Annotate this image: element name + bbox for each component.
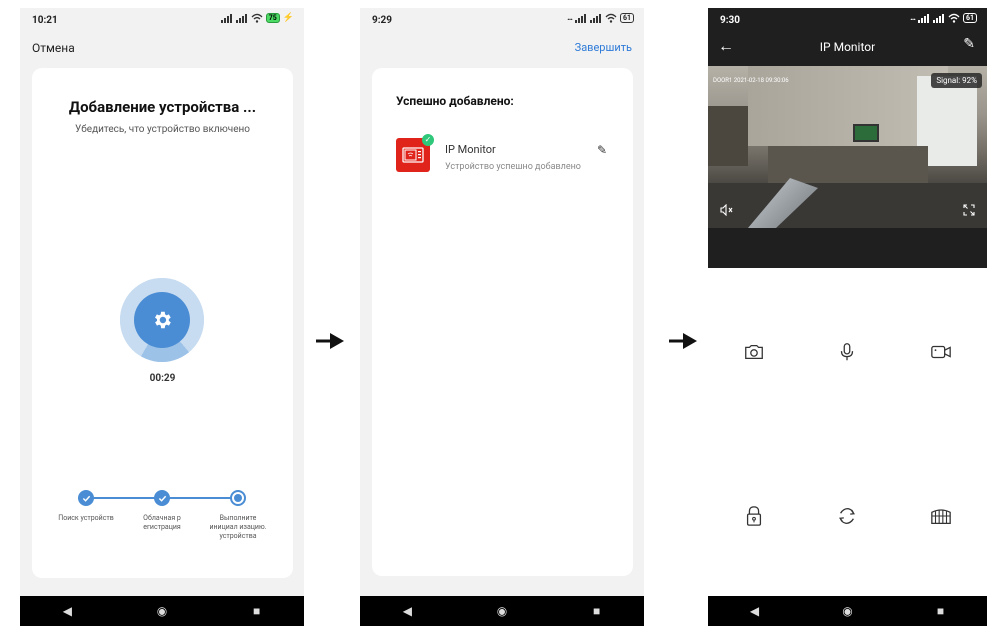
edit-icon[interactable]: ✎ [963,36,975,52]
step-3-active-icon [230,490,246,506]
finish-button[interactable]: Завершить [575,41,632,54]
signal-icon [589,13,602,23]
home-nav-icon[interactable]: ◉ [487,604,517,618]
recents-nav-icon[interactable]: ■ [242,604,272,618]
home-nav-icon[interactable]: ◉ [147,604,177,618]
wifi-icon [948,13,960,23]
microphone-icon[interactable] [832,337,862,367]
progress-card: Добавление устройства ... Убедитесь, что… [32,68,293,578]
recents-nav-icon[interactable]: ■ [926,604,956,618]
countdown-timer: 00:29 [149,373,176,384]
video-record-icon[interactable] [926,337,956,367]
device-status: Устройство успешно добавлено [445,162,581,172]
signal-badge: Signal: 92% [931,73,982,88]
system-nav-bar: ◀ ◉ ■ [708,596,987,626]
phone-screen-live-monitor: 9:30 ... 61 ← IP Monitor ✎ DOOR1 2021-02… [708,8,987,626]
battery-icon: 61 [619,13,634,23]
gear-icon [134,292,190,348]
back-nav-icon[interactable]: ◀ [52,604,82,618]
home-nav-icon[interactable]: ◉ [833,604,863,618]
status-bar: 9:29 ... 61 [360,8,644,30]
system-nav-bar: ◀ ◉ ■ [20,596,304,626]
arrow-right-icon [669,333,697,349]
back-nav-icon[interactable]: ◀ [392,604,422,618]
signal-icon [574,13,587,23]
status-bar: 10:21 75 ⚡ [20,8,304,30]
system-nav-bar: ◀ ◉ ■ [360,596,644,626]
wifi-icon [251,13,263,23]
video-osd-timestamp: DOOR1 2021-02-18 09:30:06 [713,77,789,84]
step-1-check-icon [78,490,94,506]
success-title: Успешно добавлено: [396,94,514,108]
rotate-icon[interactable] [832,501,862,531]
signal-icon [932,13,945,23]
live-video-feed[interactable] [708,66,987,228]
phone-screen-adding-device: 10:21 75 ⚡ Отмена Добавление устройства … [20,8,304,626]
lock-icon[interactable] [739,501,769,531]
step-3-label: Выполните инициал изацию. устройства [209,514,267,540]
status-bar: 9:30 ... 61 [708,8,987,30]
progress-spinner [120,278,204,362]
step-1-label: Поиск устройств [58,514,114,522]
step-2-label: Облачная р егистрация [143,514,181,531]
signal-icon [235,13,248,23]
signal-icon [220,13,233,23]
status-time: 9:30 [720,15,741,26]
page-title: Добавление устройства ... [68,98,257,116]
status-time: 9:29 [372,15,393,26]
more-dots-icon: ... [910,13,916,23]
charging-icon: ⚡ [282,13,294,23]
battery-icon: 61 [962,13,977,23]
recents-nav-icon[interactable]: ■ [582,604,612,618]
battery-icon: 75 [265,13,280,23]
monitor-title: IP Monitor [819,40,876,54]
success-check-icon: ✓ [422,134,434,146]
edit-name-icon[interactable]: ✎ [597,143,607,157]
cancel-button[interactable]: Отмена [32,41,75,55]
gate-icon[interactable] [926,501,956,531]
wifi-icon [605,13,617,23]
device-name: IP Monitor [445,143,496,156]
fullscreen-icon[interactable] [963,204,975,219]
arrow-right-icon [316,333,344,349]
success-card: Успешно добавлено: ✓ IP Monitor Устройст… [372,68,633,576]
step-2-check-icon [154,490,170,506]
signal-icon [917,13,930,23]
phone-screen-added-successfully: 9:29 ... 61 Завершить Успешно добавлено:… [360,8,644,626]
status-time: 10:21 [32,15,58,26]
more-dots-icon: ... [567,13,573,23]
mute-icon[interactable] [720,203,734,219]
camera-icon[interactable] [739,337,769,367]
back-nav-icon[interactable]: ◀ [740,604,770,618]
page-subtitle: Убедитесь, что устройство включено [74,124,251,135]
